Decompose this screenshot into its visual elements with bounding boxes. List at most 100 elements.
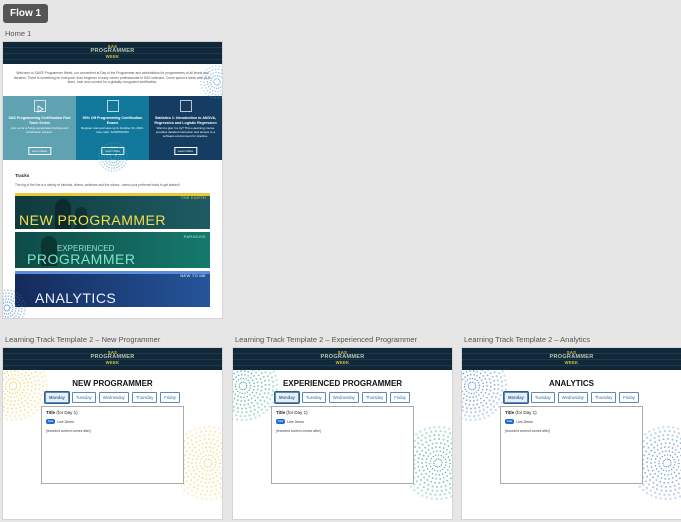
- tab-day[interactable]: Tuesday: [530, 392, 555, 403]
- decorative-dot: [215, 488, 218, 491]
- monitor-icon: [179, 100, 192, 112]
- learn-more-button[interactable]: Learn More: [173, 147, 198, 155]
- decorative-dot: [195, 458, 198, 460]
- decorative-dot: [673, 458, 675, 461]
- decorative-dot: [11, 314, 14, 316]
- decorative-dot: [652, 476, 654, 479]
- promo-panels: SAS Programming Certification Fast Track…: [3, 96, 222, 160]
- decorative-dot: [204, 429, 207, 433]
- decorative-dot: [677, 432, 681, 435]
- decorative-dot: [215, 78, 217, 80]
- decorative-dot: [477, 389, 479, 391]
- tab-day[interactable]: Monday: [504, 392, 528, 403]
- template-frame-analytics[interactable]: SAS PROGRAMMER WEEK ANALYTICS Monday Tuesda…: [462, 348, 681, 519]
- flow-label[interactable]: Flow 1: [3, 4, 49, 23]
- tab-day[interactable]: Friday: [619, 392, 639, 403]
- decorative-dot: [208, 466, 211, 468]
- decorative-dot: [201, 489, 204, 492]
- decorative-dot: [21, 315, 24, 318]
- decorative-dot: [446, 448, 448, 451]
- decorative-dot: [649, 473, 652, 476]
- decorative-dot: [673, 484, 676, 487]
- tab-day[interactable]: Thursday: [131, 392, 158, 403]
- decorative-dot: [671, 426, 675, 429]
- decorative-dot: [648, 483, 651, 486]
- decorative-dot: [491, 375, 494, 378]
- decorative-dot: [434, 493, 437, 497]
- template-frame-new-programmer[interactable]: SAS PROGRAMMER WEEK NEW PROGRAMMER Monday T…: [3, 348, 222, 519]
- tab-day[interactable]: Wednesday: [557, 392, 588, 403]
- decorative-dot: [656, 455, 658, 457]
- decorative-dot: [498, 371, 501, 375]
- decorative-dot: [45, 388, 49, 391]
- decorative-dot: [15, 411, 18, 414]
- decorative-dot: [194, 446, 197, 449]
- decorative-dot: [219, 79, 221, 81]
- decorative-dot: [425, 472, 427, 475]
- decorative-dot: [432, 451, 435, 453]
- track-banner-experienced-programmer[interactable]: PARADISE EXPERIENCED PROGRAMMER: [15, 232, 210, 268]
- decorative-dot: [448, 432, 452, 435]
- tab-day[interactable]: Wednesday: [328, 392, 359, 403]
- tab-day[interactable]: Monday: [45, 392, 69, 403]
- decorative-dot: [413, 488, 416, 492]
- decorative-dot: [669, 489, 672, 492]
- decorative-dot: [188, 469, 191, 472]
- decorative-dot: [451, 454, 452, 457]
- tab-day[interactable]: Thursday: [361, 392, 388, 403]
- template-frame-experienced-programmer[interactable]: SAS PROGRAMMER WEEK EXPERIENCED PROGRAMMER…: [233, 348, 452, 519]
- decorative-dot: [477, 414, 480, 417]
- decorative-dot: [657, 475, 659, 478]
- live-demo-row[interactable]: Live Live Demo: [46, 419, 179, 424]
- decorative-dot: [487, 414, 490, 417]
- decorative-dot: [447, 469, 449, 471]
- decorative-dot: [20, 372, 23, 375]
- decorative-dot: [660, 485, 663, 488]
- tab-day[interactable]: Tuesday: [301, 392, 326, 403]
- decorative-dot: [675, 475, 678, 477]
- decorative-dot: [419, 453, 421, 456]
- track-banner-new-programmer[interactable]: THE EARTH NEW PROGRAMMER: [15, 193, 210, 229]
- decorative-dot: [253, 408, 256, 411]
- learn-more-button[interactable]: Learn More: [27, 147, 52, 155]
- decorative-dot: [440, 489, 443, 492]
- decorative-dot: [6, 301, 9, 303]
- decorative-dot: [201, 472, 204, 475]
- tab-day[interactable]: Friday: [160, 392, 180, 403]
- tab-day[interactable]: Thursday: [590, 392, 617, 403]
- decorative-dot: [659, 457, 662, 460]
- decorative-dot: [421, 458, 424, 461]
- decorative-dot: [472, 415, 476, 418]
- decorative-dot: [216, 435, 220, 438]
- decorative-dot: [675, 435, 679, 438]
- tab-day[interactable]: Tuesday: [71, 392, 96, 403]
- decorative-dot: [202, 90, 205, 92]
- decorative-dot: [13, 316, 15, 318]
- live-demo-row[interactable]: Live Live Demo: [505, 419, 638, 424]
- live-demo-row[interactable]: Live Live Demo: [276, 419, 409, 424]
- decorative-dot: [255, 371, 257, 374]
- decorative-dot: [445, 488, 448, 491]
- decorative-dot: [10, 418, 14, 422]
- tab-day[interactable]: Monday: [275, 392, 299, 403]
- decorative-dot: [209, 493, 212, 497]
- track-banner-analytics[interactable]: NEW TO ME ANALYTICS: [15, 271, 210, 307]
- decorative-dot: [658, 452, 661, 455]
- tab-day[interactable]: Friday: [390, 392, 410, 403]
- decorative-dot: [195, 451, 197, 454]
- decorative-dot: [425, 496, 429, 499]
- home-frame[interactable]: SAS PROGRAMMER WEEK Welcome to SAS® Progra…: [3, 42, 222, 318]
- decorative-dot: [419, 430, 422, 433]
- decorative-dot: [7, 310, 9, 312]
- decorative-dot: [272, 370, 275, 373]
- decorative-dot: [12, 308, 14, 311]
- learn-more-button[interactable]: Learn More: [100, 147, 125, 155]
- tab-day[interactable]: Wednesday: [98, 392, 129, 403]
- decorative-dot: [464, 418, 468, 421]
- decorative-dot: [673, 471, 676, 474]
- decorative-dot: [19, 410, 22, 413]
- decorative-dot: [668, 458, 670, 461]
- decorative-dot: [448, 491, 451, 495]
- decorative-dot: [249, 417, 253, 421]
- decorative-dot: [478, 417, 482, 421]
